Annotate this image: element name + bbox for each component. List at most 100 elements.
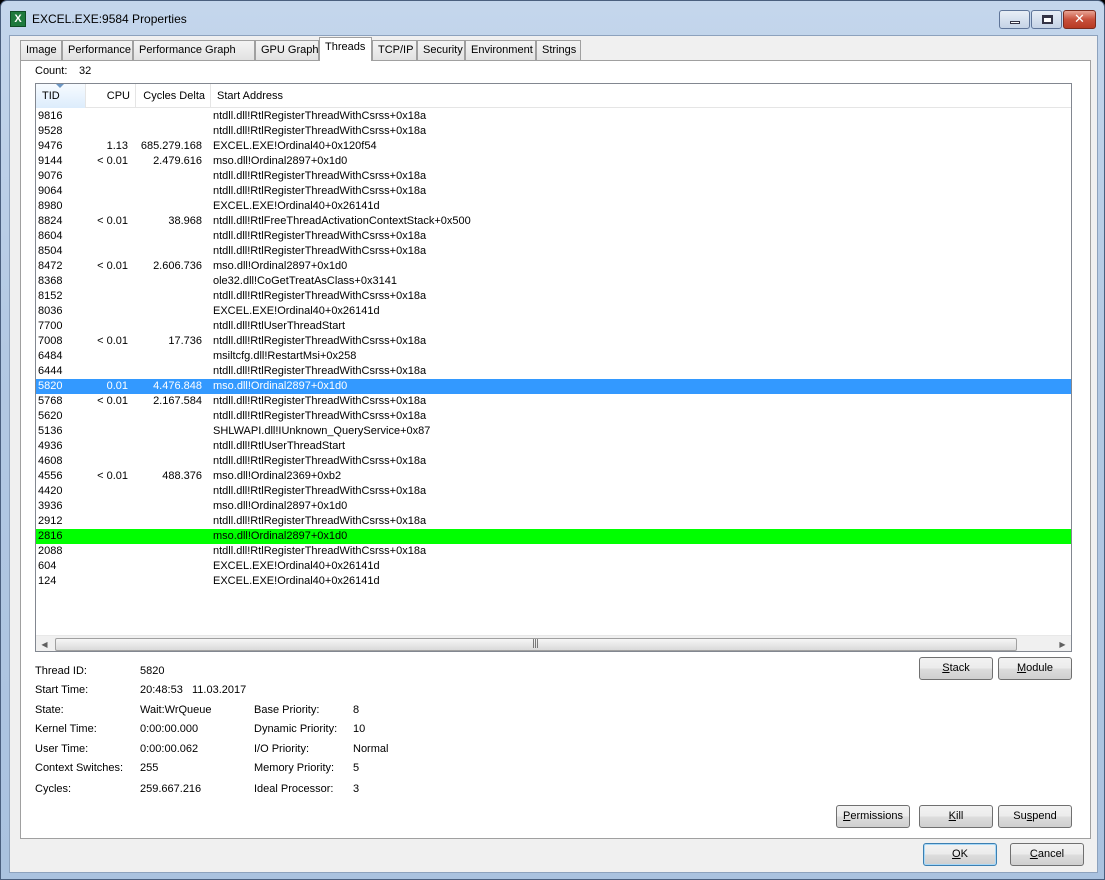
table-row[interactable]: 9816 ntdll.dll!RtlRegisterThreadWithCsrss… xyxy=(36,109,1071,124)
state-value: Wait:WrQueue xyxy=(140,704,212,716)
maximize-button[interactable] xyxy=(1031,10,1062,29)
cycles-delta-cell: 488.376 xyxy=(162,470,202,482)
tab-tcpip[interactable]: TCP/IP xyxy=(372,40,417,61)
column-header-tid-label: TID xyxy=(42,90,60,102)
io-priority-value: Normal xyxy=(353,743,389,755)
tid-cell: 5768 xyxy=(38,395,63,407)
tab-security[interactable]: Security xyxy=(417,40,465,61)
start-address-cell: ntdll.dll!RtlRegisterThreadWithCsrss+0x1… xyxy=(213,545,427,557)
tid-cell: 5820 xyxy=(38,380,63,392)
table-row[interactable]: 4936 ntdll.dll!RtlUserThreadStart xyxy=(36,439,1071,454)
cpu-cell: 0.01 xyxy=(106,380,128,392)
tid-cell: 3936 xyxy=(38,500,63,512)
close-button[interactable]: ✕ xyxy=(1063,10,1096,29)
table-row[interactable]: 8152 ntdll.dll!RtlRegisterThreadWithCsrss… xyxy=(36,289,1071,304)
table-row[interactable]: 8504 ntdll.dll!RtlRegisterThreadWithCsrss… xyxy=(36,244,1071,259)
tab-performance[interactable]: Performance xyxy=(62,40,133,61)
column-header-cpu[interactable]: CPU xyxy=(86,84,136,108)
excel-app-icon: X xyxy=(10,11,26,27)
cycles-label: Cycles: xyxy=(35,783,72,795)
table-row[interactable]: 5620 ntdll.dll!RtlRegisterThreadWithCsrss… xyxy=(36,409,1071,424)
table-row[interactable]: 9076 ntdll.dll!RtlRegisterThreadWithCsrss… xyxy=(36,169,1071,184)
cpu-cell: < 0.01 xyxy=(97,260,128,272)
table-row[interactable]: 2912 ntdll.dll!RtlRegisterThreadWithCsrss… xyxy=(36,514,1071,529)
table-row[interactable]: 8368 ole32.dll!CoGetTreatAsClass+0x3141 xyxy=(36,274,1071,289)
title-bar[interactable]: X EXCEL.EXE:9584 Properties ✕ xyxy=(1,1,1104,35)
start-address-cell: ntdll.dll!RtlRegisterThreadWithCsrss+0x1… xyxy=(213,410,427,422)
suspend-button[interactable]: Suspend xyxy=(998,805,1072,828)
scroll-thumb[interactable]: ||| xyxy=(55,638,1017,651)
permissions-button[interactable]: Permissions xyxy=(836,805,910,828)
tid-cell: 8980 xyxy=(38,200,63,212)
table-row[interactable]: 9064 ntdll.dll!RtlRegisterThreadWithCsrss… xyxy=(36,184,1071,199)
start-address-cell: ntdll.dll!RtlRegisterThreadWithCsrss+0x1… xyxy=(213,170,427,182)
column-header-tid[interactable]: TID xyxy=(36,84,86,108)
ok-button[interactable]: OK xyxy=(923,843,997,866)
table-row[interactable]: 124 EXCEL.EXE!Ordinal40+0x26141d xyxy=(36,574,1071,589)
minimize-button[interactable] xyxy=(999,10,1030,29)
table-row[interactable]: 5136 SHLWAPI.dll!IUnknown_QueryService+0x… xyxy=(36,424,1071,439)
table-row[interactable]: 7008 < 0.01 17.736 ntdll.dll!RtlRegisterThr… xyxy=(36,334,1071,349)
column-header-cycles-delta[interactable]: Cycles Delta xyxy=(136,84,211,108)
table-row[interactable]: 2816 mso.dll!Ordinal2897+0x1d0 xyxy=(36,529,1071,544)
table-row[interactable]: 8036 EXCEL.EXE!Ordinal40+0x26141d xyxy=(36,304,1071,319)
thread-id-label: Thread ID: xyxy=(35,665,87,677)
column-header-start-address[interactable]: Start Address xyxy=(211,84,1071,108)
start-address-cell: ntdll.dll!RtlRegisterThreadWithCsrss+0x1… xyxy=(213,395,427,407)
cycles-delta-cell: 17.736 xyxy=(168,335,202,347)
table-row[interactable]: 9528 ntdll.dll!RtlRegisterThreadWithCsrss… xyxy=(36,124,1071,139)
start-address-cell: ntdll.dll!RtlRegisterThreadWithCsrss+0x1… xyxy=(213,290,427,302)
module-button[interactable]: Module xyxy=(998,657,1072,680)
table-row[interactable]: 9144 < 0.01 2.479.616 mso.dll!Ordinal2897+0… xyxy=(36,154,1071,169)
horizontal-scrollbar[interactable]: ◀ ||| ▶ xyxy=(36,635,1071,651)
start-address-cell: ntdll.dll!RtlRegisterThreadWithCsrss+0x1… xyxy=(213,455,427,467)
table-row[interactable]: 8472 < 0.01 2.606.736 mso.dll!Ordinal2897+0… xyxy=(36,259,1071,274)
tab-gpu-graph[interactable]: GPU Graph xyxy=(255,40,319,61)
tab-threads[interactable]: Threads xyxy=(319,37,372,61)
table-row[interactable]: 6444 ntdll.dll!RtlRegisterThreadWithCsrss… xyxy=(36,364,1071,379)
tid-cell: 2816 xyxy=(38,530,63,542)
memory-priority-value: 5 xyxy=(353,762,360,774)
thread-rows: 9816 ntdll.dll!RtlRegisterThreadWithCsrss… xyxy=(36,109,1071,589)
table-row[interactable]: 5768 < 0.01 2.167.584 ntdll.dll!RtlRegister… xyxy=(36,394,1071,409)
table-row[interactable]: 3936 mso.dll!Ordinal2897+0x1d0 xyxy=(36,499,1071,514)
memory-priority-label: Memory Priority: xyxy=(254,762,335,774)
tid-cell: 9816 xyxy=(38,110,63,122)
context-switches-value: 255 xyxy=(140,762,159,774)
close-icon: ✕ xyxy=(1074,12,1085,27)
table-row[interactable]: 4420 ntdll.dll!RtlRegisterThreadWithCsrss… xyxy=(36,484,1071,499)
cpu-cell: < 0.01 xyxy=(97,470,128,482)
table-row[interactable]: 4556 < 0.01 488.376 mso.dll!Ordinal2369+0xb… xyxy=(36,469,1071,484)
table-row[interactable]: 9476 1.13 685.279.168 EXCEL.EXE!Ordinal40+0… xyxy=(36,139,1071,154)
tab-performance-graph[interactable]: Performance Graph xyxy=(133,40,255,61)
table-row[interactable]: 8980 EXCEL.EXE!Ordinal40+0x26141d xyxy=(36,199,1071,214)
cycles-delta-cell: 2.479.616 xyxy=(153,155,202,167)
table-row[interactable]: 8604 ntdll.dll!RtlRegisterThreadWithCsrss… xyxy=(36,229,1071,244)
table-row[interactable]: 6484 msiltcfg.dll!RestartMsi+0x258 xyxy=(36,349,1071,364)
table-row[interactable]: 8824 < 0.01 38.968 ntdll.dll!RtlFreeThreadA… xyxy=(36,214,1071,229)
tab-environment[interactable]: Environment xyxy=(465,40,536,61)
cancel-button[interactable]: Cancel xyxy=(1010,843,1084,866)
table-row[interactable]: 2088 ntdll.dll!RtlRegisterThreadWithCsrss… xyxy=(36,544,1071,559)
scroll-left-icon[interactable]: ◀ xyxy=(36,636,53,651)
cpu-cell: 1.13 xyxy=(106,140,128,152)
tid-cell: 4420 xyxy=(38,485,63,497)
threads-panel: Count: 32 TID CPU Cycles Delta Start Add… xyxy=(20,60,1091,839)
start-address-cell: ntdll.dll!RtlRegisterThreadWithCsrss+0x1… xyxy=(213,515,427,527)
tid-cell: 2912 xyxy=(38,515,63,527)
start-address-cell: mso.dll!Ordinal2897+0x1d0 xyxy=(213,500,348,512)
cycles-delta-cell: 38.968 xyxy=(168,215,202,227)
minimize-icon xyxy=(1010,21,1020,24)
kill-button[interactable]: Kill xyxy=(919,805,993,828)
tab-strings[interactable]: Strings xyxy=(536,40,581,61)
table-row[interactable]: 5820 0.01 4.476.848 mso.dll!Ordinal2897+0x1… xyxy=(36,379,1071,394)
tab-image[interactable]: Image xyxy=(20,40,62,61)
tid-cell: 9064 xyxy=(38,185,63,197)
table-row[interactable]: 7700 ntdll.dll!RtlUserThreadStart xyxy=(36,319,1071,334)
table-row[interactable]: 4608 ntdll.dll!RtlRegisterThreadWithCsrss… xyxy=(36,454,1071,469)
stack-button[interactable]: Stack xyxy=(919,657,993,680)
threads-list[interactable]: TID CPU Cycles Delta Start Address 9816 n… xyxy=(35,83,1072,652)
scroll-right-icon[interactable]: ▶ xyxy=(1054,636,1071,651)
table-row[interactable]: 604 EXCEL.EXE!Ordinal40+0x26141d xyxy=(36,559,1071,574)
cpu-cell: < 0.01 xyxy=(97,215,128,227)
